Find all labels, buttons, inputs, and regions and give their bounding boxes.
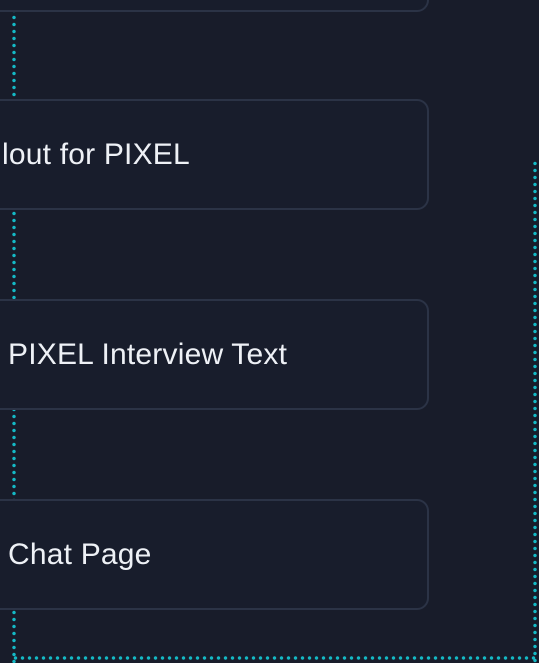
flow-node-callout[interactable]: lout for PIXEL <box>0 99 429 210</box>
flow-node-interview-text-label: PIXEL Interview Text <box>8 337 288 371</box>
flow-canvas: lout for PIXEL PIXEL Interview Text Chat… <box>0 0 539 663</box>
flow-node-top[interactable] <box>0 0 429 12</box>
flow-node-chat-page[interactable]: Chat Page <box>0 499 429 610</box>
connector-bottom-horizontal <box>12 656 537 660</box>
flow-node-chat-page-label: Chat Page <box>8 537 152 571</box>
flow-node-callout-label: lout for PIXEL <box>2 137 190 171</box>
connector-right-vertical <box>533 160 537 663</box>
flow-node-interview-text[interactable]: PIXEL Interview Text <box>0 299 429 410</box>
